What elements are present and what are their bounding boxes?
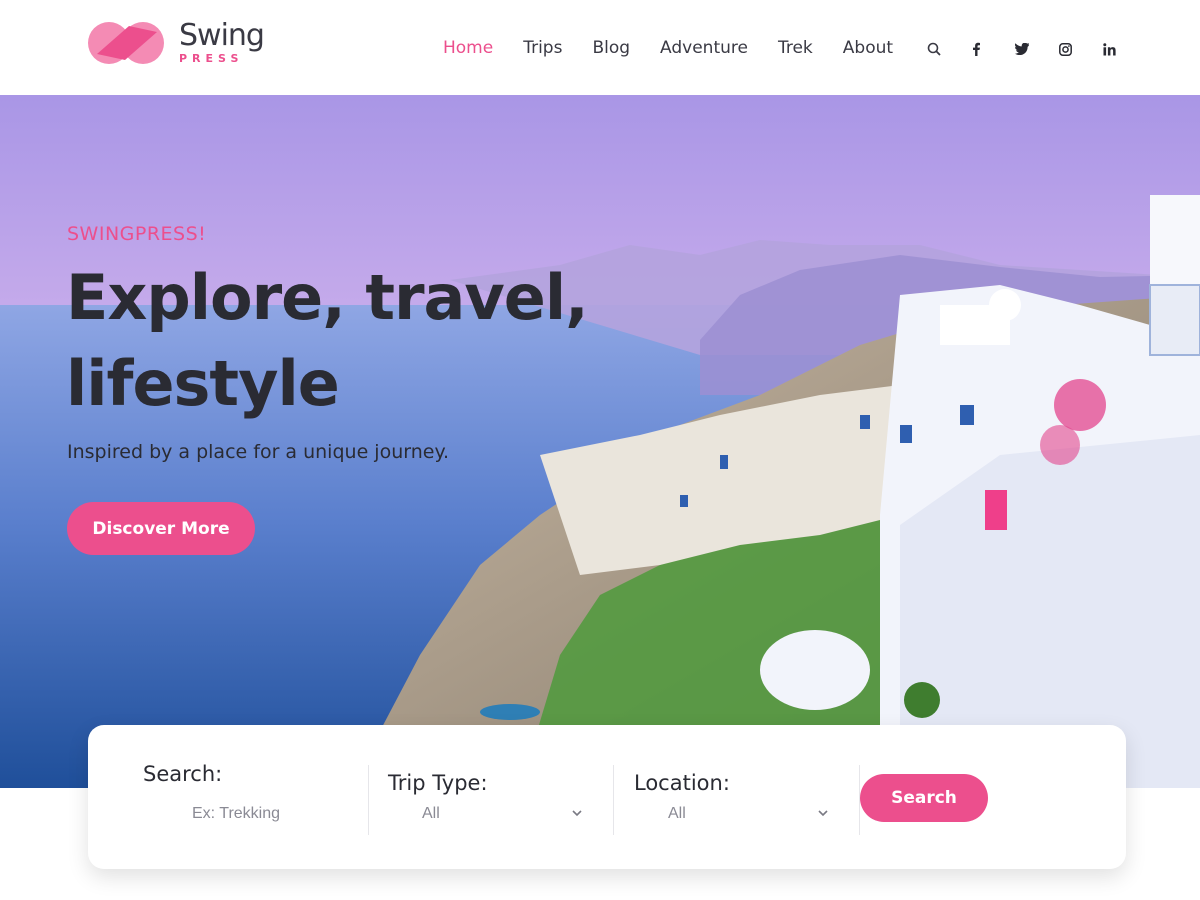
header-icons: [927, 38, 1147, 60]
nav-item-trek[interactable]: Trek: [778, 36, 813, 60]
facebook-icon[interactable]: [971, 38, 1015, 60]
nav-item-adventure[interactable]: Adventure: [660, 36, 748, 60]
trip-type-field: Trip Type: All: [369, 725, 613, 869]
search-button[interactable]: Search: [860, 774, 988, 822]
search-field-label: Search:: [143, 762, 223, 786]
logo-mark-icon: [88, 22, 164, 64]
nav-item-trips[interactable]: Trips: [523, 36, 562, 60]
main-nav: Home Trips Blog Adventure Trek About: [443, 36, 923, 60]
hero-section: SWINGPRESS! Explore, travel, lifestyle I…: [0, 95, 1200, 788]
twitter-icon[interactable]: [1015, 38, 1059, 60]
location-label: Location:: [634, 771, 730, 795]
hero-tagline: Inspired by a place for a unique journey…: [67, 441, 450, 463]
location-field: Location: All: [614, 725, 859, 869]
nav-item-blog[interactable]: Blog: [592, 36, 630, 60]
hero-eyebrow: SWINGPRESS!: [67, 223, 207, 245]
hero-headline: Explore, travel, lifestyle: [66, 261, 589, 420]
site-header: Swing PRESS Home Trips Blog Adventure Tr…: [0, 0, 1200, 95]
search-field: Search: Ex: Trekking: [88, 725, 368, 869]
search-input[interactable]: Ex: Trekking: [192, 805, 280, 823]
chevron-down-icon[interactable]: [816, 806, 830, 820]
trip-type-select[interactable]: All: [422, 805, 440, 823]
nav-item-about[interactable]: About: [843, 36, 893, 60]
site-logo[interactable]: Swing PRESS: [87, 18, 265, 70]
trip-type-label: Trip Type:: [388, 771, 488, 795]
discover-more-button[interactable]: Discover More: [67, 502, 255, 555]
linkedin-icon[interactable]: [1103, 38, 1147, 60]
location-select[interactable]: All: [668, 805, 686, 823]
logo-subtitle: PRESS: [179, 52, 244, 65]
logo-wordmark: Swing: [179, 18, 265, 53]
chevron-down-icon[interactable]: [570, 806, 584, 820]
search-icon[interactable]: [927, 38, 971, 60]
instagram-icon[interactable]: [1059, 38, 1103, 60]
trip-search-card: Search: Ex: Trekking Trip Type: All Loca…: [88, 725, 1126, 869]
nav-item-home[interactable]: Home: [443, 36, 493, 60]
